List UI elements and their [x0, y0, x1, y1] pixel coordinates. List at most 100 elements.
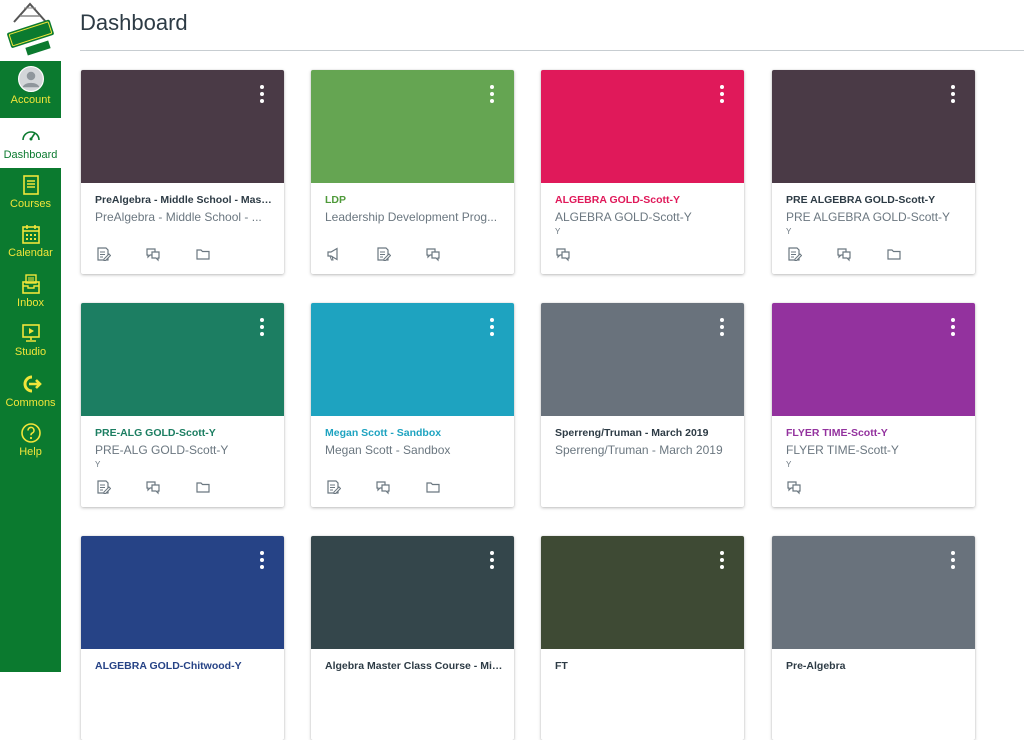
discussions-icon[interactable]: [145, 479, 161, 495]
course-card-title[interactable]: Megan Scott - Sandbox: [325, 427, 503, 439]
nav-item-calendar[interactable]: Calendar: [0, 223, 61, 260]
nav-item-commons[interactable]: Commons: [0, 373, 61, 410]
discussions-icon[interactable]: [145, 246, 161, 262]
course-card-hero[interactable]: [772, 303, 975, 416]
commons-icon: [23, 375, 42, 393]
discussions-icon[interactable]: [786, 479, 802, 495]
course-card[interactable]: Algebra Master Class Course - Mid...: [311, 536, 514, 740]
lindbergh-logo-icon: [7, 2, 54, 56]
discussions-icon[interactable]: [836, 246, 852, 262]
calendar-icon: [21, 225, 40, 244]
discussions-icon[interactable]: [375, 479, 391, 495]
course-card-title[interactable]: ALGEBRA GOLD-Chitwood-Y: [95, 660, 273, 672]
nav-item-dashboard[interactable]: Dashboard: [0, 118, 61, 168]
discussions-icon[interactable]: [425, 246, 441, 262]
avatar-icon: [17, 66, 44, 92]
card-options-kebab-icon[interactable]: [259, 551, 265, 569]
course-card-hero[interactable]: [311, 536, 514, 649]
course-card-subtitle: PRE-ALG GOLD-Scott-Y: [95, 443, 229, 457]
nav-label-calendar: Calendar: [8, 247, 53, 259]
card-options-kebab-icon[interactable]: [719, 551, 725, 569]
nav-label-account: Account: [10, 94, 51, 106]
announcements-icon[interactable]: [325, 246, 341, 262]
assignments-icon[interactable]: [375, 246, 392, 262]
global-nav-sidebar: Account Dashboard Courses Calendar Inbox…: [0, 0, 61, 672]
course-card-subtitle: Leadership Development Prog...: [325, 210, 498, 224]
course-card-title[interactable]: ALGEBRA GOLD-Scott-Y: [555, 194, 733, 206]
files-icon[interactable]: [195, 246, 211, 262]
course-card[interactable]: PreAlgebra - Middle School - Mast... Pre…: [81, 70, 284, 274]
card-options-kebab-icon[interactable]: [719, 85, 725, 103]
assignments-icon[interactable]: [95, 246, 112, 262]
course-card-subtitle: Sperreng/Truman - March 2019: [555, 443, 723, 457]
speedometer-icon: [21, 131, 40, 141]
course-card[interactable]: LDP Leadership Development Prog...: [311, 70, 514, 274]
course-card-hero[interactable]: [772, 70, 975, 183]
nav-item-inbox[interactable]: Inbox: [0, 273, 61, 310]
nav-label-courses: Courses: [10, 198, 51, 210]
card-options-kebab-icon[interactable]: [719, 318, 725, 336]
course-card-hero[interactable]: [541, 303, 744, 416]
help-icon: [20, 423, 41, 443]
studio-icon: [21, 324, 40, 342]
card-options-kebab-icon[interactable]: [950, 85, 956, 103]
course-card-term: Y: [786, 227, 792, 236]
course-card-subtitle: ALGEBRA GOLD-Scott-Y: [555, 210, 692, 224]
assignments-icon[interactable]: [325, 479, 342, 495]
course-card-title[interactable]: PRE ALGEBRA GOLD-Scott-Y: [786, 194, 964, 206]
course-card-hero[interactable]: [81, 536, 284, 649]
school-logo[interactable]: [0, 0, 61, 61]
course-card-title[interactable]: Sperreng/Truman - March 2019: [555, 427, 733, 439]
card-options-kebab-icon[interactable]: [489, 85, 495, 103]
nav-item-help[interactable]: Help: [0, 422, 61, 459]
course-card-subtitle: Megan Scott - Sandbox: [325, 443, 451, 457]
course-card[interactable]: Sperreng/Truman - March 2019 Sperreng/Tr…: [541, 303, 744, 507]
discussions-icon[interactable]: [555, 246, 571, 262]
course-card-hero[interactable]: [311, 70, 514, 183]
course-card-title[interactable]: FLYER TIME-Scott-Y: [786, 427, 964, 439]
course-card[interactable]: FT: [541, 536, 744, 740]
course-card-subtitle: PreAlgebra - Middle School - ...: [95, 210, 262, 224]
files-icon[interactable]: [886, 246, 902, 262]
course-card-title[interactable]: Pre-Algebra: [786, 660, 964, 672]
card-options-kebab-icon[interactable]: [259, 85, 265, 103]
page-title: Dashboard: [80, 10, 188, 35]
course-card[interactable]: ALGEBRA GOLD-Scott-Y ALGEBRA GOLD-Scott-…: [541, 70, 744, 274]
course-card[interactable]: FLYER TIME-Scott-Y FLYER TIME-Scott-Y Y: [772, 303, 975, 507]
nav-item-account[interactable]: Account: [0, 66, 61, 107]
course-card[interactable]: PRE ALGEBRA GOLD-Scott-Y PRE ALGEBRA GOL…: [772, 70, 975, 274]
course-card-title[interactable]: FT: [555, 660, 733, 672]
course-card[interactable]: Megan Scott - Sandbox Megan Scott - Sand…: [311, 303, 514, 507]
course-card-title[interactable]: Algebra Master Class Course - Mid...: [325, 660, 503, 672]
course-card-hero[interactable]: [772, 536, 975, 649]
card-options-kebab-icon[interactable]: [489, 551, 495, 569]
book-icon: [22, 175, 39, 195]
nav-label-inbox: Inbox: [17, 297, 44, 309]
card-options-kebab-icon[interactable]: [489, 318, 495, 336]
assignments-icon[interactable]: [786, 246, 803, 262]
course-card-subtitle: FLYER TIME-Scott-Y: [786, 443, 899, 457]
course-card-title[interactable]: PRE-ALG GOLD-Scott-Y: [95, 427, 273, 439]
inbox-icon: [21, 274, 40, 294]
files-icon[interactable]: [195, 479, 211, 495]
course-card[interactable]: ALGEBRA GOLD-Chitwood-Y: [81, 536, 284, 740]
course-card-hero[interactable]: [541, 70, 744, 183]
assignments-icon[interactable]: [95, 479, 112, 495]
files-icon[interactable]: [425, 479, 441, 495]
card-options-kebab-icon[interactable]: [259, 318, 265, 336]
course-card[interactable]: Pre-Algebra: [772, 536, 975, 740]
nav-item-courses[interactable]: Courses: [0, 174, 61, 211]
course-card-hero[interactable]: [541, 536, 744, 649]
course-card-hero[interactable]: [81, 303, 284, 416]
course-card-title[interactable]: PreAlgebra - Middle School - Mast...: [95, 194, 273, 206]
card-options-kebab-icon[interactable]: [950, 318, 956, 336]
course-card-hero[interactable]: [311, 303, 514, 416]
nav-label-commons: Commons: [5, 397, 56, 409]
course-card-term: Y: [786, 460, 792, 469]
course-card-title[interactable]: LDP: [325, 194, 503, 206]
nav-label-dashboard: Dashboard: [3, 149, 58, 161]
course-card-hero[interactable]: [81, 70, 284, 183]
card-options-kebab-icon[interactable]: [950, 551, 956, 569]
nav-item-studio[interactable]: Studio: [0, 322, 61, 359]
course-card[interactable]: PRE-ALG GOLD-Scott-Y PRE-ALG GOLD-Scott-…: [81, 303, 284, 507]
